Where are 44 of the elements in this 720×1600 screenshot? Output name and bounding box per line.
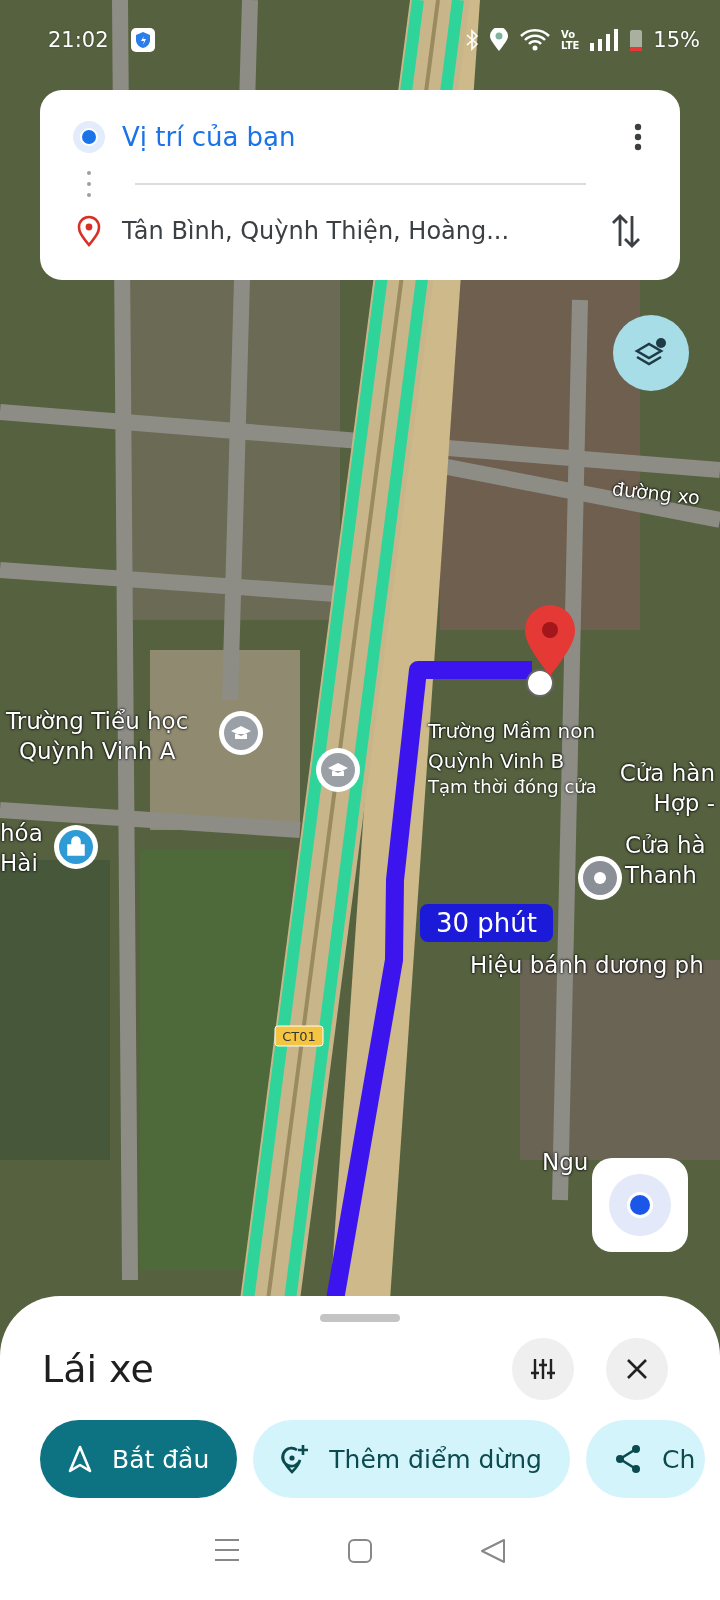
map-label: Cửa hàn Hợp - xyxy=(618,759,715,818)
more-options-icon[interactable] xyxy=(634,123,642,151)
origin-field[interactable]: Vị trí của bạn xyxy=(122,122,618,152)
swap-icon[interactable] xyxy=(610,212,642,250)
place-marker-icon xyxy=(578,856,622,900)
home-icon[interactable] xyxy=(347,1538,373,1564)
map-label: Trường Tiểu học Quỳnh Vinh A xyxy=(6,707,189,766)
signal-icon xyxy=(589,29,620,51)
network-type: Vo LTE xyxy=(560,29,580,51)
destination-pin-icon xyxy=(525,605,575,697)
destination-field[interactable]: Tân Bình, Quỳnh Thiện, Hoàng... xyxy=(122,217,594,245)
bluetooth-icon xyxy=(464,29,479,51)
status-time: 21:02 xyxy=(48,28,109,52)
map-label: Ngu xyxy=(542,1148,589,1177)
road-shield: CT01 xyxy=(274,1025,324,1047)
school-marker-icon xyxy=(316,748,360,792)
back-icon[interactable] xyxy=(480,1538,507,1564)
shopping-bag-marker-icon xyxy=(54,825,98,869)
recents-icon[interactable] xyxy=(213,1538,240,1562)
map-label: hóa Hài xyxy=(0,819,43,878)
my-location-button[interactable] xyxy=(592,1158,688,1252)
map-label-note: Tạm thời đóng cửa xyxy=(428,776,597,797)
navigation-arrow-icon xyxy=(68,1445,92,1473)
share-button[interactable]: Ch xyxy=(586,1420,706,1498)
map-label: Cửa hà Thanh xyxy=(625,831,706,890)
eta-bubble: 30 phút xyxy=(420,904,553,942)
current-location-dot-icon xyxy=(72,120,106,154)
add-location-pin-icon xyxy=(281,1444,310,1474)
close-icon xyxy=(626,1358,648,1380)
drag-handle[interactable] xyxy=(320,1314,400,1322)
add-stop-button[interactable]: Thêm điểm dừng xyxy=(253,1420,570,1498)
map-label: đường xo xyxy=(610,476,702,511)
start-button[interactable]: Bắt đầu xyxy=(40,1420,238,1498)
battery-percent: 15% xyxy=(653,28,700,52)
shield-app-icon xyxy=(130,28,155,52)
map-label: Hiệu bánh dương ph xyxy=(470,951,704,980)
school-marker-icon xyxy=(219,711,263,755)
share-icon xyxy=(614,1444,642,1474)
my-location-dot-icon xyxy=(608,1173,672,1237)
battery-icon xyxy=(629,28,644,52)
wifi-icon xyxy=(518,28,551,52)
location-icon xyxy=(488,28,509,52)
dotted-connector-icon xyxy=(87,170,91,198)
sheet-title: Lái xe xyxy=(42,1347,155,1391)
